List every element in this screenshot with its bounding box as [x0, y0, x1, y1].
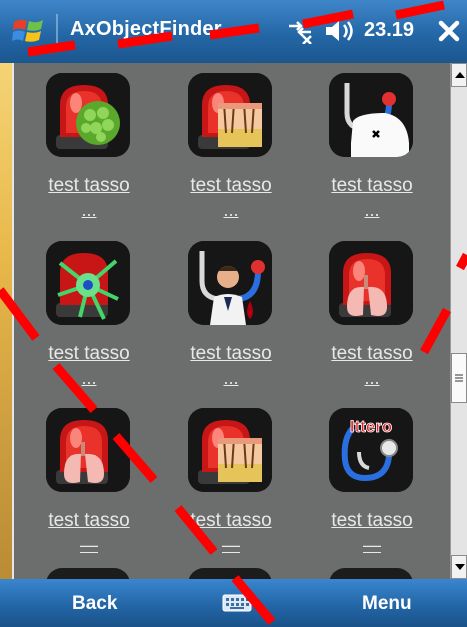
item-more-link[interactable]: ...: [24, 201, 154, 219]
clock[interactable]: 23.19: [364, 19, 414, 42]
partial-object-tile[interactable]: [188, 568, 272, 579]
object-item[interactable]: test tasso —: [24, 398, 154, 558]
item-more-link[interactable]: —: [24, 536, 154, 554]
grip-icon: [455, 374, 463, 382]
back-softkey[interactable]: Back: [72, 593, 117, 615]
scroll-thumb[interactable]: [451, 353, 467, 403]
alarm-lungs-icon[interactable]: [46, 408, 130, 492]
close-icon: [438, 20, 460, 42]
connectivity-off-icon[interactable]: [285, 18, 315, 44]
close-button[interactable]: [433, 14, 465, 48]
alarm-virus-icon[interactable]: [46, 73, 130, 157]
object-grid-panel: test tasso... test tasso... test tasso... t…: [12, 63, 450, 579]
item-label-link[interactable]: test tasso: [24, 175, 154, 197]
object-item[interactable]: Ittero test tasso —: [307, 398, 437, 558]
object-item[interactable]: test tasso...: [24, 231, 154, 391]
item-label-link[interactable]: test tasso: [24, 343, 154, 365]
item-label-link[interactable]: test tasso: [166, 343, 296, 365]
title-bar: AxObjectFinder 23.19: [0, 0, 467, 63]
scroll-down-button[interactable]: [451, 555, 467, 579]
item-more-link[interactable]: ...: [166, 201, 296, 219]
stethoscope-ittero-icon[interactable]: Ittero: [329, 408, 413, 492]
item-label-link[interactable]: test tasso: [24, 510, 154, 532]
item-more-link[interactable]: —: [166, 536, 296, 554]
arrow-down-icon: [455, 564, 465, 570]
softkey-bar: Back Menu: [0, 579, 467, 627]
item-more-link[interactable]: —: [307, 536, 437, 554]
app-title: AxObjectFinder: [70, 18, 222, 40]
title-separator: [56, 14, 58, 48]
item-label-link[interactable]: test tasso: [166, 510, 296, 532]
object-item[interactable]: test tasso...: [307, 231, 437, 391]
item-label-link[interactable]: test tasso: [307, 510, 437, 532]
svg-text:Ittero: Ittero: [350, 417, 393, 436]
vertical-scrollbar[interactable]: [450, 63, 467, 579]
partial-object-tile[interactable]: [329, 568, 413, 579]
object-item[interactable]: test tasso...: [307, 63, 437, 223]
item-more-link[interactable]: ...: [24, 369, 154, 387]
partial-object-tile[interactable]: [46, 568, 130, 579]
alarm-skin-icon[interactable]: [188, 73, 272, 157]
scroll-up-button[interactable]: [451, 63, 467, 87]
item-more-link[interactable]: ...: [307, 201, 437, 219]
arrow-up-icon: [455, 72, 465, 78]
item-more-link[interactable]: ...: [307, 369, 437, 387]
alarm-neuron-icon[interactable]: [46, 241, 130, 325]
keyboard-icon[interactable]: [222, 594, 252, 612]
wallpaper-edge: [0, 40, 12, 580]
object-item[interactable]: test tasso...: [24, 63, 154, 223]
object-item[interactable]: test tasso...: [166, 231, 296, 391]
item-label-link[interactable]: test tasso: [307, 343, 437, 365]
alarm-lungs-icon[interactable]: [329, 241, 413, 325]
item-label-link[interactable]: test tasso: [166, 175, 296, 197]
item-label-link[interactable]: test tasso: [307, 175, 437, 197]
item-more-link[interactable]: ...: [166, 369, 296, 387]
alarm-skin-icon[interactable]: [188, 408, 272, 492]
windows-start-icon[interactable]: [12, 16, 46, 46]
stethoscope-doctor-icon[interactable]: [188, 241, 272, 325]
object-item[interactable]: test tasso...: [166, 63, 296, 223]
menu-softkey[interactable]: Menu: [362, 593, 412, 615]
stethoscope-chest-icon[interactable]: [329, 73, 413, 157]
object-item[interactable]: test tasso —: [166, 398, 296, 558]
volume-icon[interactable]: [322, 18, 356, 44]
